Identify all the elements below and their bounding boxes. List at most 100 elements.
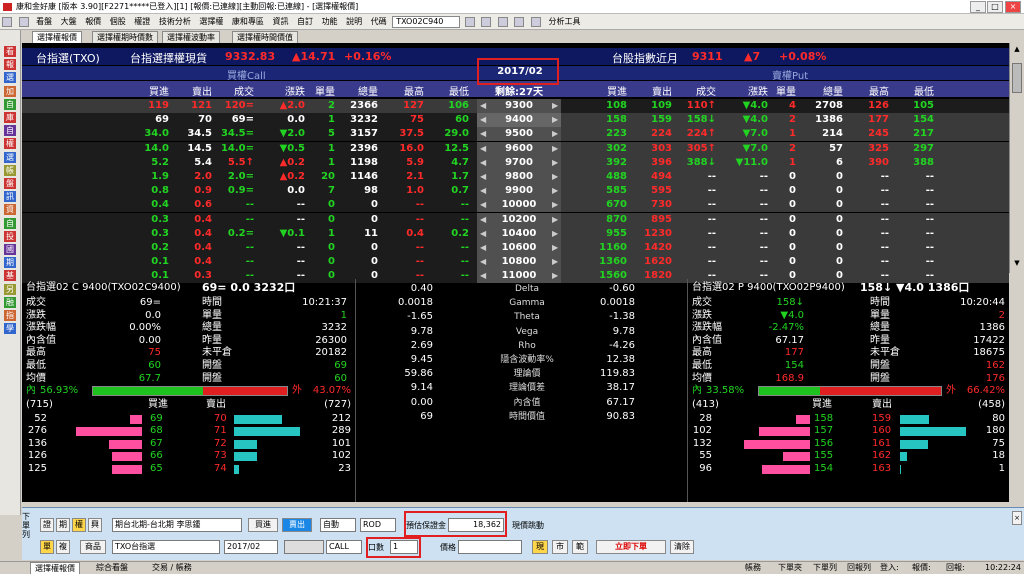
close-button[interactable]: × (1005, 1, 1021, 13)
tab-option-volatility[interactable]: 選擇權波動率 (162, 31, 220, 43)
type-option-button[interactable]: 權 (72, 518, 86, 532)
sidebar-item[interactable]: 基 (4, 270, 16, 282)
menu-item[interactable]: 技術分析 (156, 14, 194, 29)
mode-multi-button[interactable]: 複 (56, 540, 70, 554)
sidebar-item[interactable]: 訊 (4, 191, 16, 203)
bottom-tab-option-quote[interactable]: 選擇權報價 (30, 562, 80, 574)
buy-button[interactable]: 買進 (248, 518, 278, 532)
search-icon[interactable] (481, 16, 492, 27)
chart-icon[interactable] (464, 16, 475, 27)
clear-button[interactable]: 清除 (670, 540, 694, 554)
chevron-right-icon[interactable]: ▶ (552, 156, 558, 170)
chevron-left-icon[interactable]: ◀ (480, 156, 486, 170)
sidebar-item[interactable]: 權 (4, 138, 16, 150)
analysis-tools-menu[interactable]: 分析工具 (545, 14, 583, 29)
tab-option-params[interactable]: 選擇權期時價數 (92, 31, 158, 43)
sidebar-item[interactable]: 庫 (4, 112, 16, 123)
scroll-thumb[interactable] (1012, 63, 1022, 93)
tab-option-quote[interactable]: 選擇權報價 (32, 31, 82, 43)
chevron-left-icon[interactable]: ◀ (480, 113, 486, 127)
sidebar-item[interactable]: 自 (4, 125, 16, 137)
maximize-button[interactable]: □ (987, 1, 1003, 13)
minimize-button[interactable]: _ (970, 1, 986, 13)
scroll-down-icon[interactable]: ▼ (1012, 259, 1022, 269)
chevron-left-icon[interactable]: ◀ (480, 184, 486, 198)
chevron-left-icon[interactable]: ◀ (480, 198, 486, 212)
grid-icon[interactable] (514, 16, 525, 27)
type-futures-button[interactable]: 期 (56, 518, 70, 532)
chevron-right-icon[interactable]: ▶ (552, 142, 558, 156)
chevron-left-icon[interactable]: ◀ (480, 213, 486, 227)
scroll-up-icon[interactable]: ▲ (1012, 45, 1022, 55)
sidebar-item[interactable]: 指 (4, 310, 16, 321)
chevron-left-icon[interactable]: ◀ (480, 170, 486, 184)
chevron-right-icon[interactable]: ▶ (552, 127, 558, 141)
table-row[interactable]: 119 121 120= ▲2.0 2 2366 127 106 9300 ◀ ▶ 108 109 110… (22, 99, 1009, 113)
sidebar-item[interactable]: 盤 (4, 178, 16, 189)
menu-item[interactable]: 自訂 (294, 14, 316, 29)
settings-icon[interactable] (497, 16, 508, 27)
strike-price[interactable]: 10400 (477, 227, 561, 241)
chevron-right-icon[interactable]: ▶ (552, 99, 558, 113)
menu-item[interactable]: 個股 (107, 14, 129, 29)
chevron-right-icon[interactable]: ▶ (552, 213, 558, 227)
chevron-left-icon[interactable]: ◀ (480, 127, 486, 141)
strike-price[interactable]: 9600 (477, 142, 561, 156)
strike-price[interactable]: 9400 (477, 113, 561, 127)
mode-single-button[interactable]: 單 (40, 540, 54, 554)
table-row[interactable]: 0.8 0.9 0.9= 0.0 7 98 1.0 0.7 9900 ◀ ▶ 585 595 -- -- 0 0… (22, 184, 1009, 199)
strike-price[interactable]: 10800 (477, 255, 561, 269)
sidebar-item[interactable]: 自 (4, 217, 16, 229)
chevron-right-icon[interactable]: ▶ (552, 241, 558, 255)
strike-price[interactable]: 9700 (477, 156, 561, 170)
strike-price[interactable]: 10200 (477, 213, 561, 227)
sidebar-item[interactable]: 看 (4, 46, 16, 57)
window-icon[interactable] (530, 16, 541, 27)
sell-button[interactable]: 賣出 (282, 518, 312, 532)
status-report-bar[interactable]: 回報列 (847, 562, 871, 574)
price-input[interactable] (458, 540, 522, 554)
chevron-left-icon[interactable]: ◀ (480, 241, 486, 255)
month-order-select[interactable]: 2017/02 (224, 540, 278, 554)
sidebar-item[interactable]: 國 (4, 244, 16, 255)
strike-price[interactable]: 10000 (477, 198, 561, 212)
status-order-bar[interactable]: 下單列 (813, 562, 837, 574)
vertical-scrollbar[interactable]: ▲ ▼ (1009, 43, 1024, 273)
code-input[interactable]: TXO02C940 (392, 15, 461, 28)
table-row[interactable]: 34.0 34.5 34.5= ▼2.0 5 3157 37.5 29.0 9500 ◀ ▶ 223 2… (22, 127, 1009, 142)
strike-price[interactable]: 9900 (477, 184, 561, 198)
rod-select[interactable]: ROD (360, 518, 396, 532)
sidebar-item[interactable]: 選 (4, 151, 16, 163)
strike-price[interactable]: 9800 (477, 170, 561, 184)
strike-price[interactable]: 9500 (477, 127, 561, 141)
menu-item[interactable]: 資訊 (269, 14, 291, 29)
type-stock-button[interactable]: 證 (40, 518, 54, 532)
table-row[interactable]: 1.9 2.0 2.0= ▲0.2 20 1146 2.1 1.7 9800 ◀ ▶ 488 494 --… (22, 170, 1009, 184)
chevron-right-icon[interactable]: ▶ (552, 255, 558, 269)
sidebar-item[interactable]: 投 (4, 230, 16, 242)
range-price-button[interactable]: 範 (572, 540, 588, 554)
sidebar-item[interactable]: 選 (4, 72, 16, 84)
tab-option-time-value[interactable]: 選擇權時間價值 (232, 31, 298, 43)
current-price-button[interactable]: 現 (532, 540, 548, 554)
menu-item[interactable]: 報價 (82, 14, 104, 29)
market-price-button[interactable]: 市 (552, 540, 568, 554)
chevron-right-icon[interactable]: ▶ (552, 113, 558, 127)
table-row[interactable]: 0.3 0.4 -- -- 0 0 -- -- 10200 ◀ ▶ 870 895 -- -- 0 0 -- -- (22, 212, 1009, 227)
strike-price[interactable]: 9300 (477, 99, 561, 113)
table-row[interactable]: 5.2 5.4 5.5↑ ▲0.2 1 1198 5.9 4.7 9700 ◀ ▶ 392 396 388… (22, 155, 1009, 170)
chevron-left-icon[interactable]: ◀ (480, 227, 486, 241)
sidebar-item[interactable]: 資 (4, 204, 16, 216)
chevron-right-icon[interactable]: ▶ (552, 198, 558, 212)
chevron-right-icon[interactable]: ▶ (552, 170, 558, 184)
product-select[interactable]: TXO台指選 (112, 540, 220, 554)
sidebar-item[interactable]: 融 (4, 296, 16, 308)
home-icon[interactable] (2, 16, 12, 27)
sidebar-item[interactable]: 自 (4, 98, 16, 110)
auto-select[interactable]: 自動 (320, 518, 356, 532)
bottom-tab-trading[interactable]: 交易 / 帳務 (148, 562, 196, 574)
sidebar-item[interactable]: 另 (4, 283, 16, 295)
sidebar-item[interactable]: 報 (4, 59, 16, 71)
chevron-left-icon[interactable]: ◀ (480, 142, 486, 156)
chevron-right-icon[interactable]: ▶ (552, 184, 558, 198)
